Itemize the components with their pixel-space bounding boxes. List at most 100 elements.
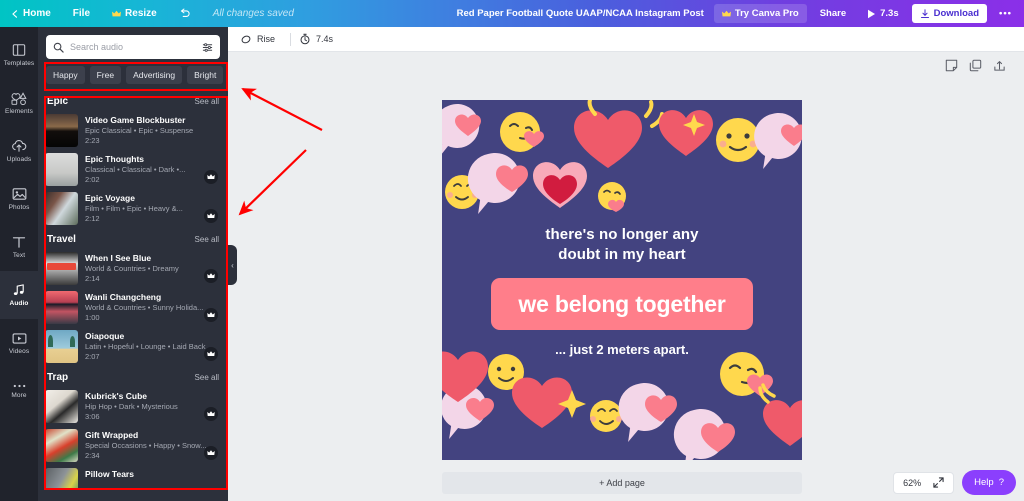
- duration-button[interactable]: 7.4s: [295, 33, 344, 45]
- track-name: Oiapoque: [85, 331, 125, 341]
- more-options-button[interactable]: •••: [992, 4, 1019, 23]
- pro-crown-icon: [204, 446, 218, 460]
- list-item[interactable]: When I See Blue World & Countries • Drea…: [38, 249, 228, 288]
- zoom-control[interactable]: 62%: [893, 471, 955, 494]
- undo-button[interactable]: [168, 0, 202, 27]
- animation-button[interactable]: Rise: [236, 33, 286, 45]
- list-item[interactable]: Epic Thoughts Classical • Classical • Da…: [38, 150, 228, 189]
- track-info: Pillow Tears: [85, 468, 219, 481]
- design-text-top[interactable]: there's no longer any doubt in my heart: [442, 225, 802, 265]
- canva-editor-window: Home File Resize All changes saved Red P…: [0, 0, 1024, 501]
- track-name: Pillow Tears: [85, 469, 134, 479]
- file-button[interactable]: File: [62, 0, 101, 27]
- track-thumbnail: [45, 429, 78, 462]
- track-name: Epic Thoughts: [85, 154, 145, 164]
- see-all-link[interactable]: See all: [195, 235, 219, 244]
- chip-bright[interactable]: Bright: [187, 66, 224, 84]
- notes-icon[interactable]: [945, 59, 958, 72]
- track-meta: Latin • Hopeful • Lounge • Laid Back: [85, 342, 206, 351]
- toolbar-divider: [290, 32, 292, 46]
- design-text-line2: doubt in my heart: [558, 246, 686, 263]
- left-rail: Templates Elements Uploads Photos Text A…: [0, 27, 38, 501]
- pro-crown-icon: [204, 308, 218, 322]
- templates-icon: [12, 43, 26, 57]
- chip-free[interactable]: Free: [89, 66, 122, 84]
- zoom-level-label: 62%: [903, 477, 922, 488]
- preview-play-button[interactable]: 7.3s: [859, 4, 907, 23]
- list-item[interactable]: Oiapoque Latin • Hopeful • Lounge • Laid…: [38, 327, 228, 366]
- share-label: Share: [819, 8, 847, 19]
- search-input[interactable]: [70, 42, 196, 52]
- sidebar-item-text[interactable]: Text: [0, 223, 38, 271]
- search-box[interactable]: [46, 35, 220, 59]
- add-page-label: + Add page: [599, 478, 645, 488]
- document-title[interactable]: Red Paper Football Quote UAAP/NCAA Insta…: [447, 8, 714, 19]
- track-duration: 2:34: [85, 451, 100, 460]
- undo-icon: [179, 8, 191, 19]
- help-button[interactable]: Help ?: [962, 470, 1016, 495]
- photos-icon: [12, 187, 27, 201]
- sidebar-item-label: Text: [12, 252, 26, 259]
- list-item[interactable]: Wanli Changcheng World & Countries • Sun…: [38, 288, 228, 327]
- audio-sections[interactable]: Epic See all Video Game Blockbuster Epic…: [38, 90, 228, 488]
- sidebar-item-photos[interactable]: Photos: [0, 175, 38, 223]
- sidebar-item-templates[interactable]: Templates: [0, 31, 38, 79]
- add-page-button[interactable]: + Add page: [442, 472, 802, 494]
- canvas-area[interactable]: there's no longer any doubt in my heart …: [228, 52, 1024, 501]
- see-all-link[interactable]: See all: [195, 97, 219, 106]
- list-item[interactable]: Gift Wrapped Special Occasions • Happy •…: [38, 426, 228, 465]
- try-canva-pro-button[interactable]: Try Canva Pro: [713, 4, 807, 23]
- search-area: [38, 27, 228, 59]
- sidebar-item-audio[interactable]: Audio: [0, 271, 38, 319]
- track-info: Gift Wrapped Special Occasions • Happy •…: [85, 429, 219, 460]
- sidebar-item-more[interactable]: More: [0, 367, 38, 415]
- delete-page-icon[interactable]: [993, 59, 1006, 72]
- home-button[interactable]: Home: [0, 0, 62, 27]
- track-duration: 2:02: [85, 175, 100, 184]
- section-travel: Travel See all When I See Blue World & C…: [38, 228, 228, 366]
- track-name: When I See Blue: [85, 253, 152, 263]
- section-title: Travel: [47, 234, 76, 245]
- resize-button[interactable]: Resize: [101, 0, 168, 27]
- design-highlight-banner[interactable]: we belong together: [491, 278, 753, 330]
- sidebar-item-uploads[interactable]: Uploads: [0, 127, 38, 175]
- track-thumbnail: [45, 192, 78, 225]
- section-title: Epic: [47, 96, 69, 107]
- panel-collapse-handle[interactable]: ‹: [228, 245, 237, 285]
- chip-happy[interactable]: Happy: [46, 66, 85, 84]
- track-duration: 3:06: [85, 412, 100, 421]
- track-thumbnail: [45, 330, 78, 363]
- download-icon: [920, 8, 930, 19]
- track-thumbnail: [45, 153, 78, 186]
- sidebar-item-videos[interactable]: Videos: [0, 319, 38, 367]
- track-duration: 2:12: [85, 214, 100, 223]
- videos-icon: [12, 332, 27, 345]
- pro-crown-icon: [204, 347, 218, 361]
- track-thumbnail: [45, 114, 78, 147]
- list-item[interactable]: Kubrick's Cube Hip Hop • Dark • Mysterio…: [38, 387, 228, 426]
- filter-sliders-icon[interactable]: [202, 42, 213, 53]
- emoji-decoration-bottom: [442, 351, 802, 460]
- see-all-link[interactable]: See all: [195, 373, 219, 382]
- file-label: File: [72, 8, 91, 19]
- track-info: Wanli Changcheng World & Countries • Sun…: [85, 291, 219, 322]
- share-button[interactable]: Share: [812, 4, 854, 23]
- list-item[interactable]: Pillow Tears: [38, 465, 228, 488]
- list-item[interactable]: Epic Voyage Film • Film • Epic • Heavy &…: [38, 189, 228, 228]
- design-page[interactable]: there's no longer any doubt in my heart …: [442, 100, 802, 460]
- filter-chips: Happy Free Advertising Bright Ha ›: [38, 59, 228, 90]
- expand-icon[interactable]: [933, 477, 944, 488]
- design-highlight-text: we belong together: [518, 290, 726, 317]
- duplicate-page-icon[interactable]: [969, 59, 982, 72]
- chip-advertising[interactable]: Advertising: [126, 66, 183, 84]
- sidebar-item-label: Audio: [9, 300, 29, 307]
- track-name: Video Game Blockbuster: [85, 115, 186, 125]
- sidebar-item-elements[interactable]: Elements: [0, 79, 38, 127]
- track-meta: Film • Film • Epic • Heavy &...: [85, 204, 183, 213]
- sidebar-item-label: Videos: [8, 347, 30, 355]
- download-button[interactable]: Download: [911, 4, 988, 23]
- track-meta: World & Countries • Sunny Holida...: [85, 303, 204, 312]
- sidebar-item-label: Elements: [5, 108, 33, 115]
- list-item[interactable]: Video Game Blockbuster Epic Classical • …: [38, 111, 228, 150]
- pro-crown-icon: [204, 170, 218, 184]
